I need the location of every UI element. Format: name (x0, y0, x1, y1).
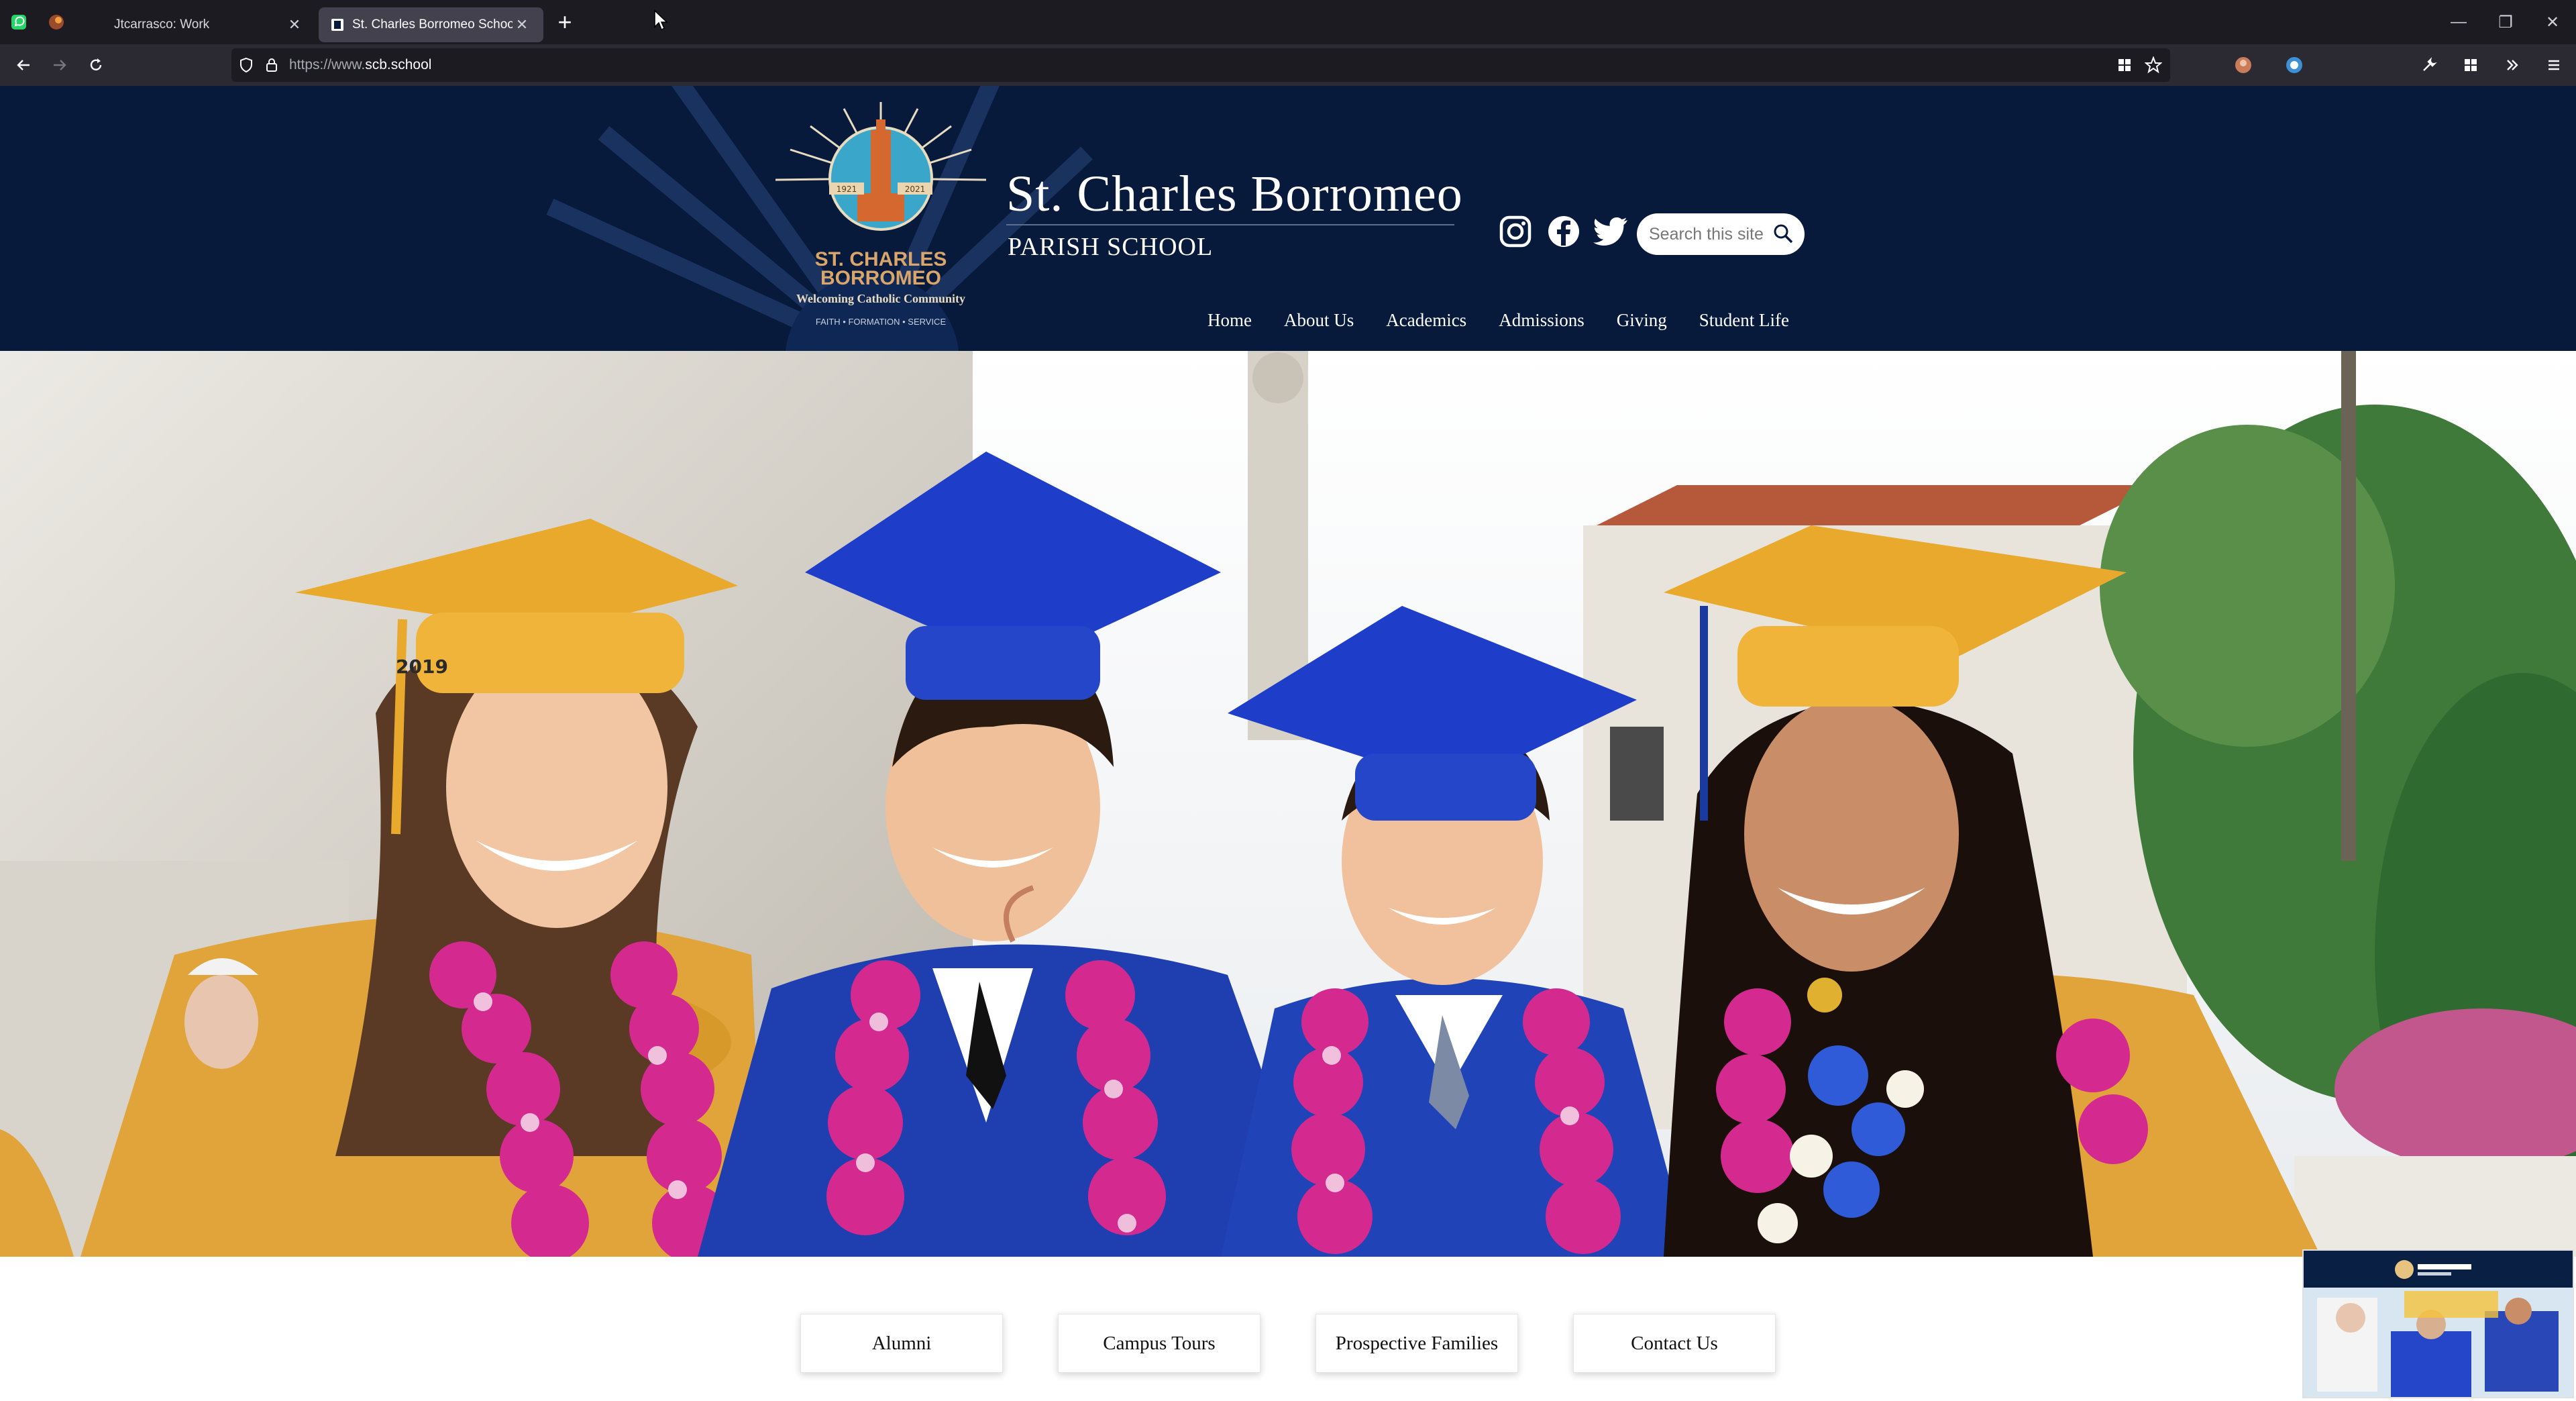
shield-icon[interactable] (238, 57, 254, 73)
nav-home[interactable]: Home (1208, 310, 1252, 331)
instagram-icon (1499, 215, 1532, 248)
alumni-button[interactable]: Alumni (800, 1314, 1003, 1373)
url-host: scb.school (365, 57, 432, 72)
chevron-double-right-icon (2507, 60, 2518, 70)
title-divider (1006, 224, 1454, 225)
hero-image: 2019 (0, 351, 2576, 1257)
urlbar-actions (2116, 48, 2162, 82)
wrench-icon (2423, 57, 2437, 71)
tab-title: Jtcarrasco: Work (114, 17, 210, 32)
close-icon[interactable]: ✕ (513, 15, 531, 34)
address-bar[interactable]: https://www.scb.school (231, 48, 2170, 82)
tab-title: St. Charles Borromeo School (352, 17, 513, 32)
site-header: 1921 2021 ST. CHARLES BORROMEO Welcoming… (0, 86, 2576, 351)
crest-name-line2: BORROMEO (820, 267, 941, 289)
web-page: 1921 2021 ST. CHARLES BORROMEO Welcoming… (0, 86, 2576, 1401)
school-title[interactable]: St. Charles Borromeo (1006, 165, 1463, 223)
search-icon[interactable] (1772, 223, 1794, 244)
url-prefix: https://www. (289, 57, 366, 72)
search-input[interactable] (1649, 224, 1770, 244)
url-text[interactable]: https://www.scb.school (289, 57, 431, 73)
cap-year-label: 2019 (396, 656, 448, 678)
crest-tagline: Welcoming Catholic Community (796, 292, 965, 305)
crest-year-right: 2021 (905, 185, 926, 194)
lock-icon[interactable] (264, 57, 280, 73)
whatsapp-icon (11, 15, 26, 30)
overflow-button[interactable] (2494, 47, 2530, 83)
school-crest-logo[interactable]: 1921 2021 ST. CHARLES BORROMEO Welcoming… (770, 99, 991, 341)
video-thumbnail[interactable] (2302, 1249, 2574, 1398)
tools-button[interactable] (2411, 47, 2447, 83)
profile-avatar-icon[interactable] (2234, 56, 2253, 74)
tab-work[interactable]: Jtcarrasco: Work ✕ (91, 7, 316, 42)
twitter-icon (1593, 217, 1627, 246)
browser-toolbar: https://www.scb.school (0, 44, 2576, 86)
toolbar-right (2411, 44, 2572, 86)
menu-button[interactable] (2536, 47, 2572, 83)
mouse-cursor-icon (654, 9, 668, 31)
crest-motto: FAITH • FORMATION • SERVICE (816, 317, 947, 327)
graduates-photo: 2019 (0, 351, 2576, 1257)
facebook-icon (1548, 216, 1579, 247)
facebook-link[interactable] (1544, 212, 1583, 251)
reload-button[interactable] (78, 47, 114, 83)
instagram-link[interactable] (1496, 212, 1535, 251)
restore-icon[interactable]: ❐ (2482, 0, 2529, 44)
site-search (1637, 213, 1805, 255)
extensions-grid-icon (2465, 59, 2477, 71)
campus-tours-button[interactable]: Campus Tours (1058, 1314, 1260, 1373)
crest-year-left: 1921 (837, 185, 857, 194)
nav-student-life[interactable]: Student Life (1699, 310, 1789, 331)
extension-globe-icon[interactable] (2285, 56, 2304, 74)
bookmark-star-icon[interactable] (2145, 56, 2162, 74)
new-tab-button[interactable]: + (547, 5, 582, 40)
minimize-icon[interactable]: — (2435, 0, 2482, 44)
pinned-tab-whatsapp[interactable] (0, 0, 38, 44)
school-subtitle: PARISH SCHOOL (1008, 233, 1214, 261)
hamburger-icon (2548, 60, 2559, 70)
quick-links: Alumni Campus Tours Prospective Families… (0, 1314, 2576, 1373)
thumbnail-preview (2304, 1251, 2573, 1397)
contact-us-button[interactable]: Contact Us (1573, 1314, 1776, 1373)
tab-school[interactable]: St. Charles Borromeo School ✕ (319, 7, 543, 42)
twitter-link[interactable] (1591, 212, 1630, 251)
grid-icon[interactable] (2116, 57, 2133, 73)
extensions-button[interactable] (2453, 47, 2489, 83)
extensions-area (2234, 44, 2304, 86)
main-navigation: Home About Us Academics Admissions Givin… (1208, 310, 1789, 331)
window-close-icon[interactable]: ✕ (2529, 0, 2576, 44)
nav-academics[interactable]: Academics (1386, 310, 1466, 331)
forward-button[interactable] (42, 47, 78, 83)
prospective-families-button[interactable]: Prospective Families (1316, 1314, 1518, 1373)
nav-about-us[interactable]: About Us (1284, 310, 1354, 331)
nav-admissions[interactable]: Admissions (1499, 310, 1585, 331)
browser-extension-icon (49, 15, 64, 30)
pinned-tab-extension[interactable] (38, 0, 75, 44)
browser-tab-strip: Jtcarrasco: Work ✕ St. Charles Borromeo … (0, 0, 2576, 44)
nav-giving[interactable]: Giving (1617, 310, 1667, 331)
arrow-left-icon (17, 60, 30, 70)
back-button[interactable] (5, 47, 42, 83)
reload-icon (90, 58, 102, 70)
arrow-right-icon (54, 60, 66, 70)
window-controls: — ❐ ✕ (2435, 0, 2576, 44)
favicon-icon (331, 18, 343, 31)
close-icon[interactable]: ✕ (285, 15, 304, 34)
